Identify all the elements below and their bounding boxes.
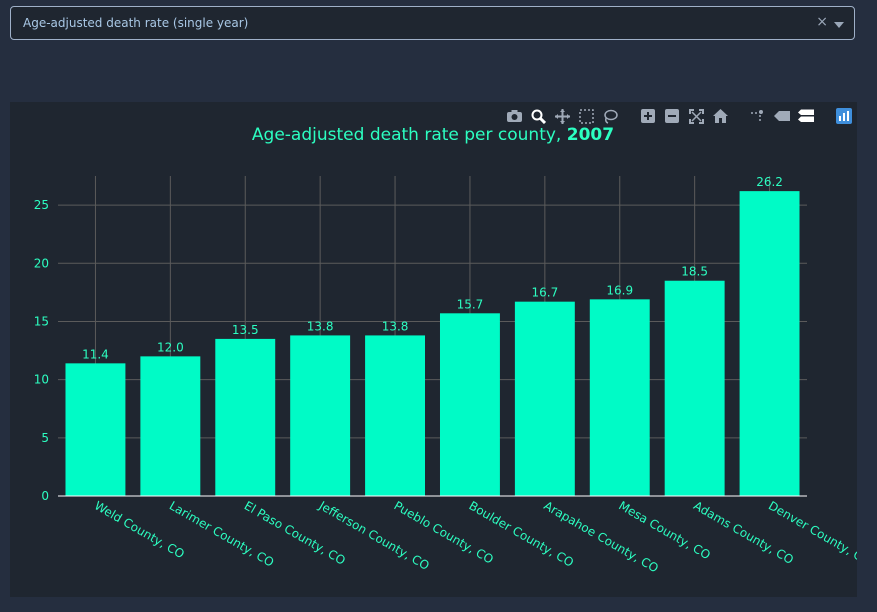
autoscale-icon[interactable]: [687, 107, 705, 125]
bar-value-label: 15.7: [457, 297, 484, 311]
bar-value-label: 13.8: [382, 319, 409, 333]
zoom-icon[interactable]: [529, 107, 547, 125]
bar: [664, 280, 725, 496]
bar: [290, 335, 351, 496]
box-select-icon[interactable]: [577, 107, 595, 125]
hover-closest-icon[interactable]: [773, 107, 791, 125]
chart-title-year: 2007: [567, 125, 614, 145]
bar: [140, 356, 201, 496]
bar-value-label: 18.5: [681, 265, 708, 279]
chevron-down-icon[interactable]: [834, 22, 844, 28]
spike-lines-icon[interactable]: [749, 107, 767, 125]
bar: [439, 313, 500, 496]
modebar: [505, 106, 853, 126]
bar-chart: Age-adjusted death rate per county, 2007…: [34, 125, 857, 576]
y-tick-label: 10: [34, 373, 49, 387]
y-tick-label: 20: [34, 256, 49, 270]
plotly-logo-icon[interactable]: [835, 107, 853, 125]
bar: [215, 338, 276, 496]
bar: [514, 301, 575, 496]
clear-icon[interactable]: ×: [816, 14, 828, 30]
lasso-icon[interactable]: [601, 107, 619, 125]
bar: [589, 299, 650, 496]
y-tick-label: 15: [34, 314, 49, 328]
bar-value-label: 13.8: [307, 319, 334, 333]
bar-value-label: 13.5: [232, 323, 259, 337]
bar: [365, 335, 426, 496]
bar: [65, 363, 126, 496]
chart-title-prefix: Age-adjusted death rate per county,: [252, 125, 567, 145]
pan-icon[interactable]: [553, 107, 571, 125]
reset-axes-icon[interactable]: [711, 107, 729, 125]
bar: [739, 191, 800, 497]
dropdown-selected-value: Age-adjusted death rate (single year): [23, 16, 249, 30]
bar-value-label: 16.9: [606, 283, 633, 297]
hover-compare-icon[interactable]: [797, 107, 815, 125]
y-tick-label: 25: [34, 198, 49, 212]
bar-value-label: 11.4: [82, 347, 109, 361]
camera-icon[interactable]: [505, 107, 523, 125]
y-tick-label: 5: [41, 431, 49, 445]
bar-value-label: 12.0: [157, 340, 184, 354]
bar-value-label: 16.7: [531, 286, 558, 300]
zoom-out-icon[interactable]: [663, 107, 681, 125]
zoom-in-icon[interactable]: [639, 107, 657, 125]
bar-value-label: 26.2: [756, 175, 783, 189]
metric-dropdown[interactable]: Age-adjusted death rate (single year) ×: [10, 6, 855, 40]
chart-panel: Age-adjusted death rate per county, 2007…: [10, 102, 857, 597]
chart-title: Age-adjusted death rate per county, 2007: [252, 125, 614, 145]
y-tick-label: 0: [41, 489, 49, 503]
